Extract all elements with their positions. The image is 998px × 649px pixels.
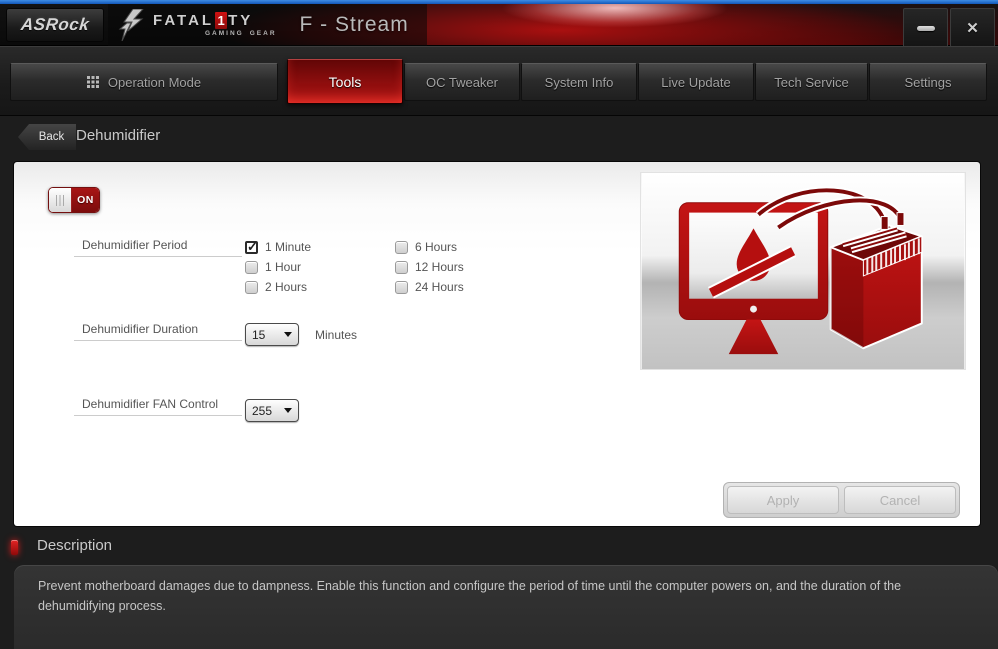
close-button[interactable]: ✕	[950, 8, 995, 48]
period-option-24-hours[interactable]: 24 Hours	[395, 279, 464, 295]
close-icon: ✕	[966, 19, 979, 37]
fatality-post: TY	[228, 13, 253, 28]
fatality-one-badge: 1	[215, 12, 227, 29]
action-button-group: Apply Cancel	[723, 482, 960, 518]
minimize-icon	[917, 26, 935, 31]
asrock-logo: ASRock	[6, 8, 104, 42]
page-title: Dehumidifier	[76, 127, 160, 144]
period-option-6-hours[interactable]: 6 Hours	[395, 239, 457, 255]
tab-label: Settings	[905, 75, 952, 90]
app-name: F - Stream	[300, 13, 409, 37]
tab-label: Tech Service	[774, 75, 848, 90]
main-navigation: Operation Mode Tools OC Tweaker System I…	[0, 46, 998, 116]
period-option-1-minute[interactable]: 1 Minute	[245, 239, 311, 255]
tab-label: System Info	[545, 75, 614, 90]
checkbox-label: 24 Hours	[415, 280, 464, 294]
duration-label: Dehumidifier Duration	[74, 322, 242, 341]
checkbox-label: 12 Hours	[415, 260, 464, 274]
titlebar: ASRock FATAL 1 TY GAMING GEAR F - Stream…	[0, 4, 998, 46]
chevron-down-icon	[284, 332, 292, 337]
period-option-12-hours[interactable]: 12 Hours	[395, 259, 464, 275]
tab-system-info[interactable]: System Info	[521, 63, 637, 101]
checkbox-icon[interactable]	[245, 261, 258, 274]
checkbox-icon[interactable]	[245, 241, 258, 254]
operation-mode-label: Operation Mode	[108, 75, 201, 90]
tab-oc-tweaker[interactable]: OC Tweaker	[404, 63, 520, 101]
tab-tech-service[interactable]: Tech Service	[755, 63, 868, 101]
toggle-handle[interactable]	[49, 188, 72, 212]
fan-control-label: Dehumidifier FAN Control	[74, 397, 242, 416]
tab-live-update[interactable]: Live Update	[638, 63, 754, 101]
tab-label: OC Tweaker	[426, 75, 498, 90]
fan-control-dropdown[interactable]: 255	[245, 399, 299, 422]
tab-label: Live Update	[661, 75, 730, 90]
period-label: Dehumidifier Period	[74, 238, 242, 257]
tab-tools[interactable]: Tools	[287, 59, 403, 104]
fatality-wordmark: FATAL 1 TY GAMING GEAR	[153, 12, 277, 38]
grip-icon	[56, 195, 64, 206]
checkbox-icon[interactable]	[395, 261, 408, 274]
chevron-down-icon	[284, 408, 292, 413]
checkbox-icon[interactable]	[245, 281, 258, 294]
operation-mode-button[interactable]: Operation Mode	[10, 63, 278, 101]
checkbox-label: 2 Hours	[265, 280, 307, 294]
back-button[interactable]: Back	[18, 124, 76, 150]
period-option-1-hour[interactable]: 1 Hour	[245, 259, 301, 275]
description-panel: Prevent motherboard damages due to dampn…	[14, 565, 998, 649]
description-text: Prevent motherboard damages due to dampn…	[14, 565, 938, 616]
tab-settings[interactable]: Settings	[869, 63, 987, 101]
duration-dropdown[interactable]: 15	[245, 323, 299, 346]
cancel-button[interactable]: Cancel	[844, 486, 956, 514]
description-marker-icon	[11, 540, 18, 555]
dehumidifier-illustration	[640, 172, 966, 370]
fatality-logo: FATAL 1 TY GAMING GEAR F - Stream	[108, 4, 427, 46]
checkbox-icon[interactable]	[395, 281, 408, 294]
fatality-sub-gaming: GAMING	[205, 31, 244, 38]
dehumidifier-panel: ON Dehumidifier Period 1 Minute 1 Hour 2…	[14, 162, 980, 526]
duration-value: 15	[252, 328, 265, 342]
tab-label: Tools	[329, 74, 362, 90]
dehumidifier-power-toggle[interactable]: ON	[48, 187, 100, 213]
fan-control-value: 255	[252, 404, 272, 418]
lightning-icon	[118, 9, 144, 41]
checkbox-label: 1 Minute	[265, 240, 311, 254]
fatality-pre: FATAL	[153, 13, 214, 28]
grid-icon	[87, 76, 99, 88]
checkbox-label: 1 Hour	[265, 260, 301, 274]
checkbox-icon[interactable]	[395, 241, 408, 254]
apply-button[interactable]: Apply	[727, 486, 839, 514]
duration-unit: Minutes	[315, 328, 357, 342]
period-option-2-hours[interactable]: 2 Hours	[245, 279, 307, 295]
fatality-sub-gear: GEAR	[250, 31, 277, 38]
asrock-logo-text: ASRock	[20, 15, 90, 35]
back-button-label: Back	[39, 131, 65, 143]
checkbox-label: 6 Hours	[415, 240, 457, 254]
description-heading: Description	[37, 537, 112, 554]
minimize-button[interactable]	[903, 8, 948, 48]
toggle-state-label: ON	[72, 188, 99, 212]
